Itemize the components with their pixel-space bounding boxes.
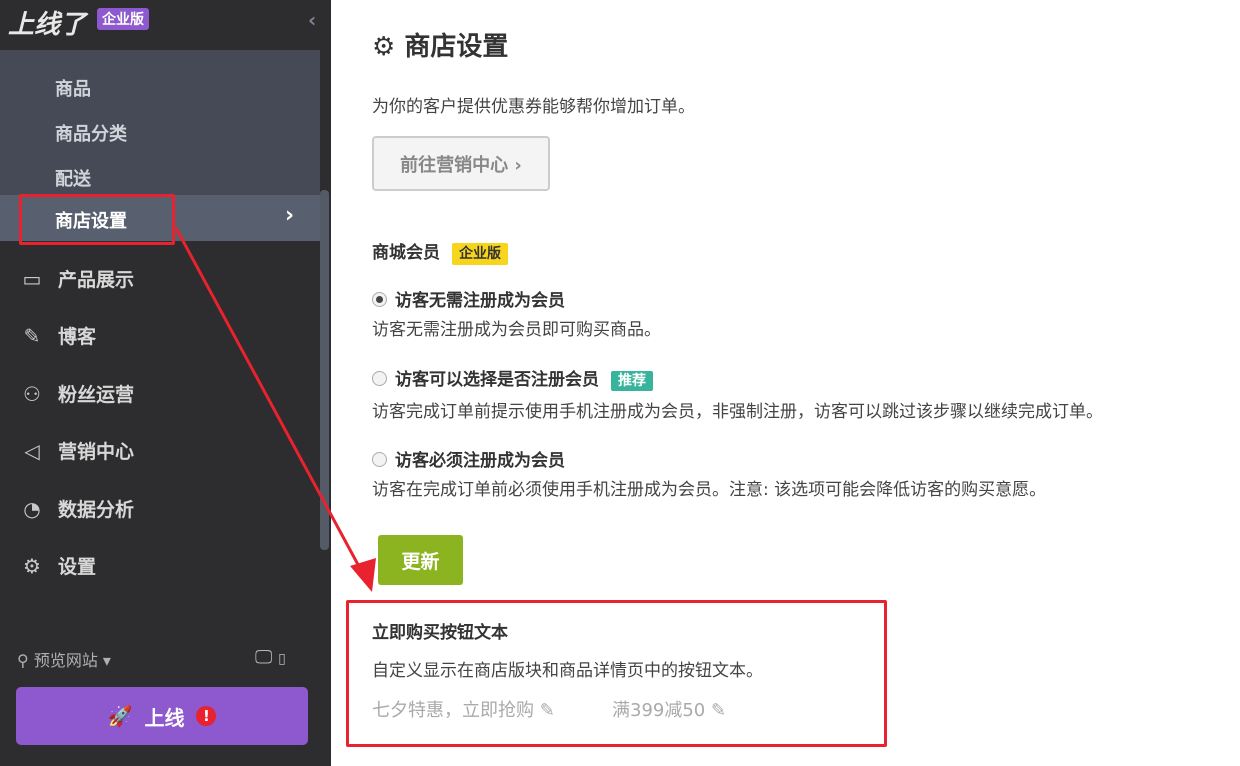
annotation-arrow (0, 0, 1240, 766)
